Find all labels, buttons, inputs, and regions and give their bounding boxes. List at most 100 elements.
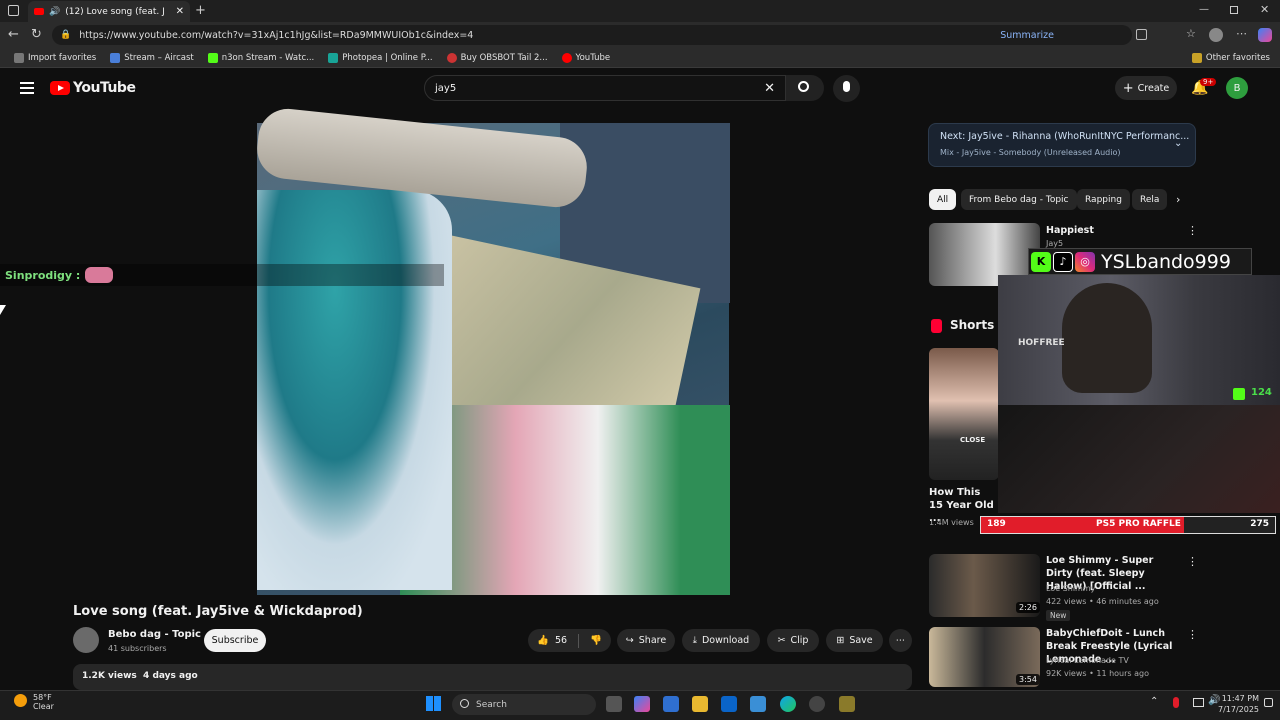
search-input[interactable]: jay5 ✕ [424,75,786,101]
bookmark-n3on[interactable]: n3on Stream - Watc... [207,52,314,63]
bookmark-youtube[interactable]: YouTube [561,52,610,63]
chip-from-channel[interactable]: From Bebo dag - Topic [961,189,1077,210]
chat-username: Sinprodigy : [5,268,81,282]
youtube-play-icon [50,81,70,95]
search-button[interactable] [786,75,824,101]
photos-icon[interactable] [750,696,766,712]
chevron-right-icon[interactable]: › [1176,193,1180,206]
rec-duration-2: 3:54 [1016,674,1040,685]
minimize-icon[interactable]: — [1199,4,1209,15]
favorites-icon[interactable]: ☆ [1186,27,1196,40]
chevron-down-icon[interactable]: ⌄ [1174,138,1182,149]
playlist-next-box[interactable] [928,123,1196,167]
share-button[interactable]: ↪ Share [617,629,675,652]
close-window-icon[interactable]: ✕ [1260,3,1269,16]
chip-all[interactable]: All [929,189,957,210]
bookmark-photopea[interactable]: Photopea | Online P... [328,52,433,63]
description-box[interactable]: 1.2K views 4 days ago [73,664,912,690]
webcam-wall-text: HOFFREE [1018,338,1065,348]
network-icon[interactable] [1193,698,1204,707]
notification-center-icon[interactable] [1264,698,1273,707]
outlook-icon[interactable] [721,696,737,712]
channel-name[interactable]: Bebo dag - Topic [108,629,201,640]
task-view-icon[interactable] [606,696,622,712]
copilot-icon[interactable] [1258,28,1272,42]
rec-channel-2[interactable]: Lyrical Lemonade TV [1046,656,1129,665]
speaker-icon[interactable]: 🔊 [49,7,60,17]
rec-channel-1[interactable]: Loe Shimmy [1046,584,1095,593]
first-video-title[interactable]: Happiest [1046,224,1094,237]
channel-avatar[interactable] [73,627,99,653]
next-video-title: Next: Jay5ive - Rihanna (WhoRunItNYC Per… [940,131,1190,142]
clear-search-icon[interactable]: ✕ [764,81,775,96]
bookmark-import-favorites[interactable]: Import favorites [14,52,96,63]
taskbar-clock[interactable]: 11:47 PM 7/17/2025 [1218,693,1259,715]
tab-close-icon[interactable]: ✕ [176,6,184,17]
obs-icon[interactable] [809,696,825,712]
store-icon[interactable] [663,696,679,712]
bookmark-icon: ⊞ [836,635,845,646]
url-input[interactable]: 🔒 https://www.youtube.com/watch?v=31xAj1… [52,25,1132,45]
refresh-icon[interactable]: ↻ [31,27,42,42]
more-actions-button[interactable]: ⋯ [889,629,912,652]
create-button[interactable]: + Create [1115,76,1177,100]
extensions-icon[interactable] [1136,29,1147,40]
app-icon[interactable] [839,696,855,712]
clip-button[interactable]: ✂ Clip [767,629,819,652]
weather-widget[interactable]: 58°F Clear [33,693,54,711]
aircast-icon [110,52,121,63]
weather-icon[interactable] [14,694,27,707]
raffle-goal: 275 [1250,519,1269,529]
more-menu-icon[interactable]: ⋯ [1236,27,1247,40]
social-handle: YSLbando999 [1101,250,1231,273]
viewer-count: 124 [1251,387,1272,398]
tray-chevron-icon[interactable]: ⌃ [1150,696,1158,707]
short-thumbnail[interactable] [929,348,999,480]
thumbs-down-icon[interactable]: 👎 [590,635,602,646]
browser-tab[interactable]: 🔊 (12) Love song (feat. Jay5ive... ✕ [28,1,190,22]
youtube-logo[interactable]: YouTube [50,80,136,96]
chip-rapping[interactable]: Rapping [1077,189,1130,210]
shorts-icon [931,319,942,333]
restore-icon[interactable] [1230,6,1238,14]
video-frame-cup [257,190,452,590]
bookmark-aircast[interactable]: Stream – Aircast [110,52,194,63]
mouse-cursor-icon [0,305,6,315]
chip-related[interactable]: Rela [1132,189,1168,210]
subscribe-button[interactable]: Subscribe [204,629,266,652]
save-button[interactable]: ⊞ Save [826,629,883,652]
rec-new-badge-1: New [1046,610,1071,621]
raffle-progress-bar: 189 PS5 PRO RAFFLE 275 [980,516,1276,534]
edge-icon[interactable] [780,696,796,712]
sidebar-toggle-icon[interactable] [8,5,19,16]
kebab-menu-icon[interactable]: ⋮ [1187,224,1198,237]
copilot-taskbar-icon[interactable] [634,696,650,712]
summarize-button[interactable]: Summarize [1000,30,1054,41]
page-scrollbar[interactable] [1271,72,1277,682]
kick-icon [207,52,218,63]
search-value: jay5 [435,82,457,94]
start-icon[interactable] [426,696,441,711]
first-video-channel[interactable]: Jay5 [1046,239,1063,248]
tab-title: (12) Love song (feat. Jay5ive... [65,6,165,17]
site-info-icon[interactable]: 🔒 [60,30,71,40]
back-icon[interactable]: ← [8,27,19,42]
bookmark-obsbot[interactable]: Buy OBSBOT Tail 2... [446,52,548,63]
kebab-menu-icon[interactable]: ⋮ [1187,555,1198,568]
file-explorer-icon[interactable] [692,696,708,712]
shorts-heading: Shorts [950,318,995,332]
kebab-menu-icon[interactable]: ⋮ [1187,628,1198,641]
weather-condition: Clear [33,702,54,711]
mic-tray-icon[interactable] [1173,697,1179,708]
menu-icon[interactable] [20,82,34,94]
voice-search-button[interactable] [833,75,860,102]
other-favorites[interactable]: Other favorites [1191,52,1270,63]
download-icon: ⤓ [692,635,697,646]
profile-icon[interactable] [1209,28,1223,42]
account-avatar[interactable]: B [1226,77,1248,99]
taskbar-search[interactable]: Search [452,694,596,715]
new-tab-icon[interactable]: + [195,3,206,18]
download-button[interactable]: ⤓ Download [682,629,760,652]
browser-tab-bar [0,0,1280,22]
like-button[interactable]: 👍 56 [537,635,567,646]
